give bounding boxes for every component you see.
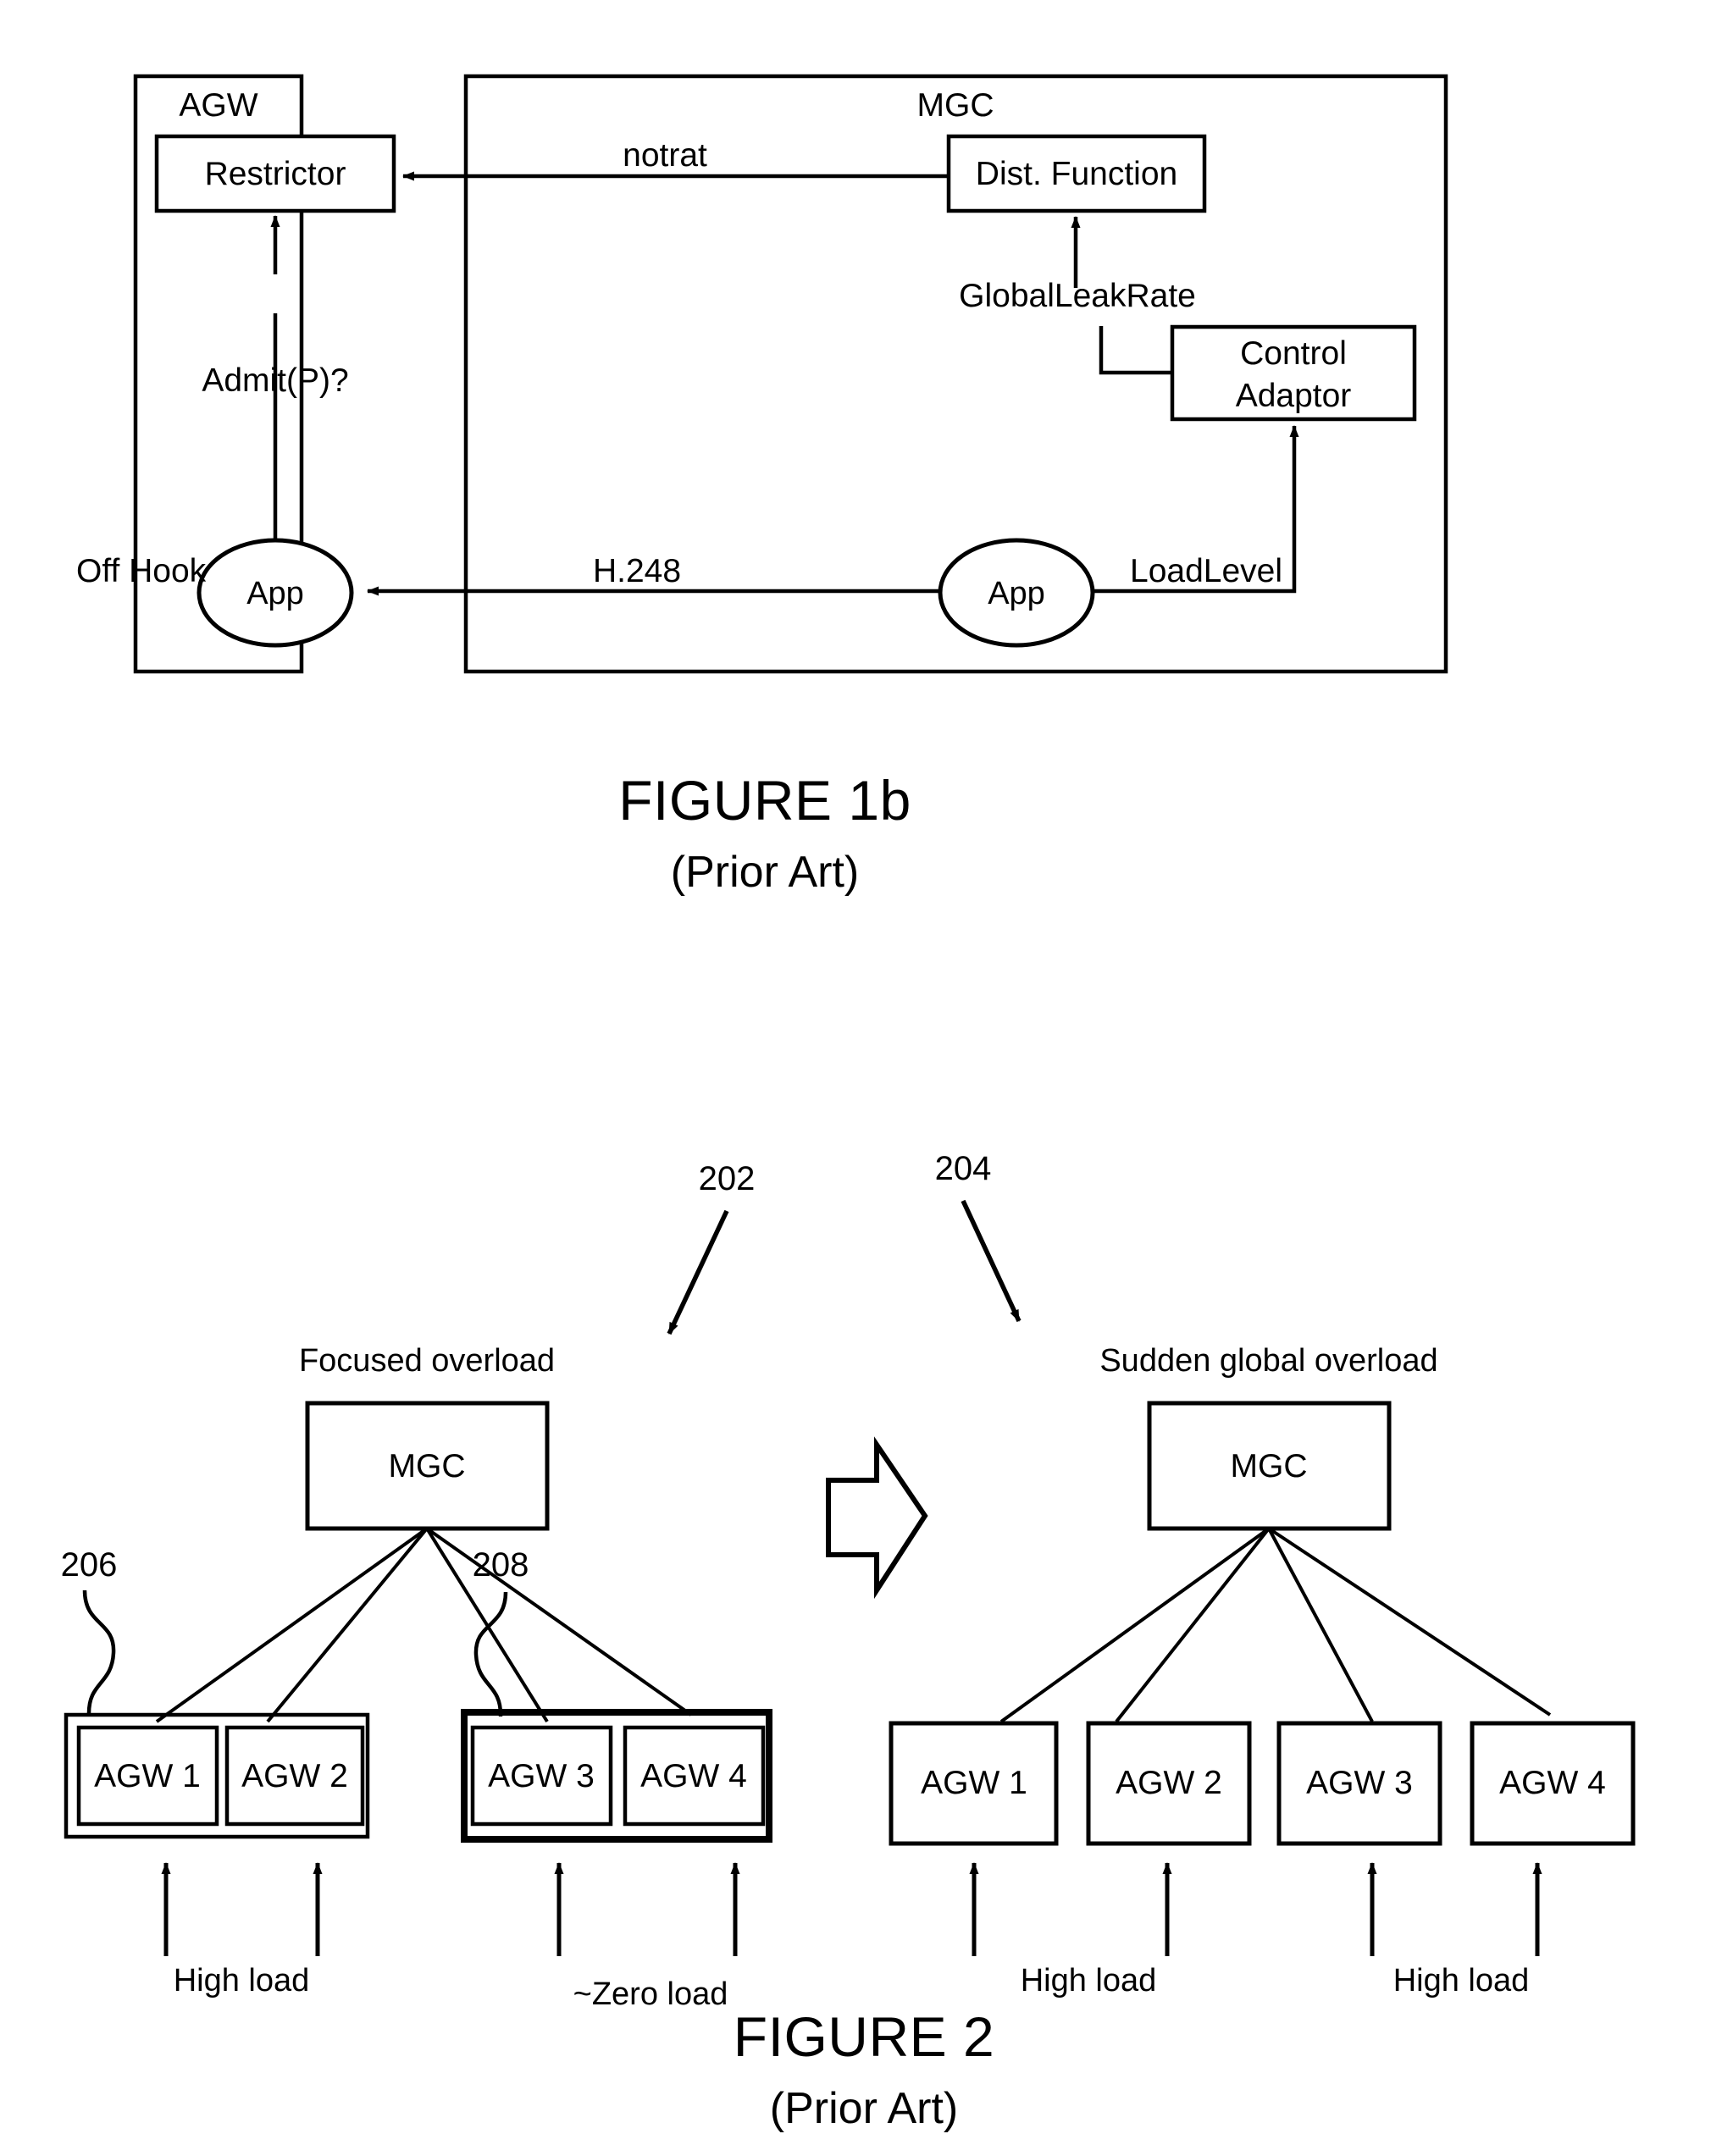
- right-link-agw1: [999, 1527, 1271, 1723]
- ref-202-leader: [667, 1209, 729, 1335]
- mgc-app-label: App: [988, 576, 1045, 611]
- left-load-label-high: High load: [173, 1963, 310, 1998]
- h248-label: H.248: [592, 553, 682, 589]
- globalleakrate-elbow: [1099, 326, 1171, 375]
- right-agw-1-label: AGW 1: [921, 1765, 1027, 1801]
- patent-figure-sheet: AGW MGC Restrictor Dist. Function Contro…: [0, 0, 1733, 2156]
- left-link-agw1: [155, 1527, 429, 1723]
- figure-1b-caption-sub: (Prior Art): [670, 848, 860, 897]
- right-panel-title: Sudden global overload: [1099, 1343, 1438, 1379]
- left-agw-4-label: AGW 4: [640, 1758, 747, 1794]
- left-agw-3-label: AGW 3: [488, 1758, 595, 1794]
- ref-208-leader: [473, 1591, 508, 1717]
- ref-208-label: 208: [472, 1546, 529, 1584]
- ref-204-label: 204: [934, 1150, 992, 1187]
- agw-container-label: AGW: [179, 87, 258, 124]
- loadlevel-label: LoadLevel: [1130, 553, 1282, 589]
- right-link-agw2: [1115, 1527, 1271, 1723]
- right-load-label-1: High load: [1020, 1963, 1157, 1998]
- right-link-agw4: [1267, 1527, 1552, 1717]
- admit-label: Admit(P)?: [202, 362, 349, 399]
- right-mgc-label: MGC: [1230, 1448, 1308, 1484]
- figure-1b-caption: FIGURE 1b: [618, 769, 911, 832]
- ref-206-label: 206: [60, 1546, 118, 1584]
- left-mgc-label: MGC: [388, 1448, 466, 1484]
- agw-app-label: App: [246, 576, 304, 611]
- figure-2-caption-sub: (Prior Art): [769, 2084, 959, 2133]
- transition-block-arrow: [826, 1436, 928, 1600]
- left-load-label-zero: ~Zero load: [573, 1976, 728, 2012]
- control-adaptor-label-line1: Control: [1240, 335, 1347, 372]
- restrictor-label: Restrictor: [204, 156, 346, 192]
- ref-204-leader: [961, 1199, 1022, 1323]
- left-link-agw4: [425, 1527, 693, 1717]
- left-agw-2-label: AGW 2: [241, 1758, 348, 1794]
- right-agw-3-label: AGW 3: [1306, 1765, 1413, 1801]
- left-link-agw2: [266, 1527, 429, 1723]
- left-panel-title: Focused overload: [298, 1343, 556, 1379]
- notrat-label: notrat: [623, 137, 707, 174]
- right-agw-2-label: AGW 2: [1116, 1765, 1222, 1801]
- ref-202-label: 202: [698, 1160, 756, 1197]
- control-adaptor-label-line2: Adaptor: [1235, 378, 1352, 414]
- right-link-agw3: [1267, 1528, 1374, 1722]
- right-load-label-2: High load: [1392, 1963, 1530, 1998]
- dist-function-label: Dist. Function: [975, 156, 1178, 192]
- globalleakrate-label: GlobalLeakRate: [959, 278, 1196, 314]
- off-hook-label: Off Hook: [76, 553, 207, 589]
- figure-2-caption: FIGURE 2: [733, 2005, 995, 2068]
- figure-linework: [64, 74, 1636, 1956]
- left-agw-1-label: AGW 1: [94, 1758, 201, 1794]
- ref-206-leader: [82, 1589, 116, 1716]
- mgc-container-label: MGC: [916, 87, 994, 124]
- right-agw-4-label: AGW 4: [1499, 1765, 1606, 1801]
